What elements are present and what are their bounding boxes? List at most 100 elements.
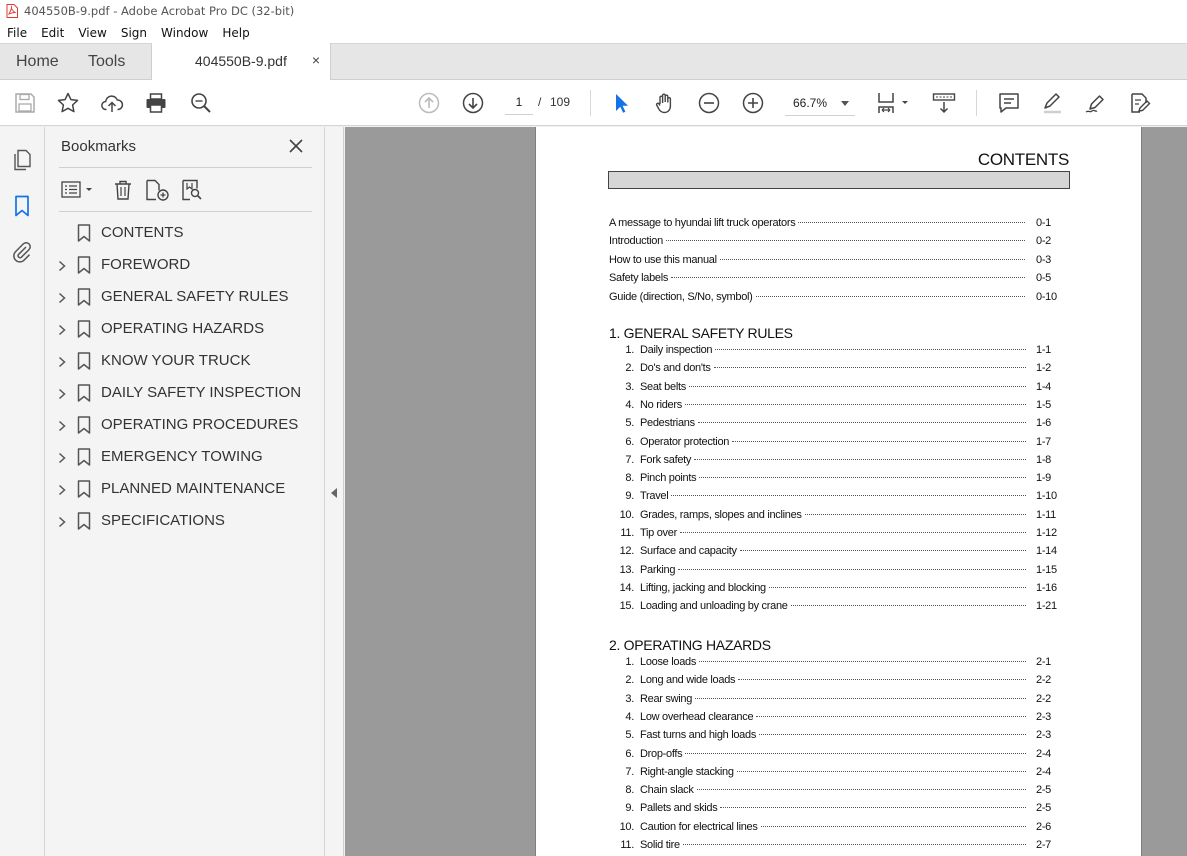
print-icon[interactable] (144, 91, 168, 115)
toc-entry[interactable]: 10. Caution for electrical lines (609, 821, 1029, 835)
highlight-pen-icon[interactable] (1040, 91, 1064, 115)
collapse-panel-button[interactable] (325, 127, 344, 856)
bookmark-icon (77, 384, 91, 402)
comment-icon[interactable] (997, 91, 1021, 115)
toc-entry[interactable]: Introduction (609, 235, 1028, 249)
zoom-select[interactable]: 66.7% (785, 90, 855, 116)
bookmark-icon (77, 448, 91, 466)
tab-home[interactable]: Home (16, 44, 59, 80)
toc-entry[interactable]: 9. Travel (609, 490, 1029, 504)
toc-entry-text: Lifting, jacking and blocking (640, 581, 766, 594)
chevron-right-icon[interactable] (57, 419, 67, 432)
chevron-right-icon[interactable] (57, 387, 67, 400)
star-icon[interactable] (56, 91, 80, 115)
menu-help[interactable]: Help (215, 26, 256, 40)
page-title: CONTENTS (977, 150, 1069, 169)
toc-entry[interactable]: 4. No riders (609, 399, 1029, 413)
next-page-icon[interactable] (461, 91, 485, 115)
close-icon[interactable] (288, 138, 304, 154)
bookmark-item[interactable]: DAILY SAFETY INSPECTION (45, 379, 325, 407)
toc-entry[interactable]: 14. Lifting, jacking and blocking (609, 582, 1029, 596)
bookmark-item[interactable]: FOREWORD (45, 251, 325, 279)
tab-document[interactable]: 404550B-9.pdf × (151, 43, 331, 80)
toc-entry[interactable]: 6. Operator protection (609, 436, 1029, 450)
bookmark-item[interactable]: GENERAL SAFETY RULES (45, 283, 325, 311)
toolbar-divider (976, 90, 977, 116)
toc-entry[interactable]: 8. Chain slack (609, 784, 1029, 798)
zoom-out-icon[interactable] (697, 91, 721, 115)
new-bookmark-icon[interactable] (145, 179, 171, 201)
scroll-mode-icon[interactable] (932, 91, 956, 115)
bookmark-item[interactable]: OPERATING HAZARDS (45, 315, 325, 343)
bookmark-item[interactable]: OPERATING PROCEDURES (45, 411, 325, 439)
previous-page-icon[interactable] (417, 91, 441, 115)
bookmark-panel-icon[interactable] (10, 194, 34, 218)
toc-entry[interactable]: 10. Grades, ramps, slopes and inclines (609, 509, 1029, 523)
toc-entry[interactable]: 11. Solid tire (609, 839, 1029, 853)
toc-entry[interactable]: 1. Loose loads (609, 656, 1029, 670)
zoom-in-icon[interactable] (741, 91, 765, 115)
chevron-right-icon[interactable] (57, 451, 67, 464)
toc-entry[interactable]: 7. Fork safety (609, 454, 1029, 468)
toc-entry-number: 9. (625, 802, 634, 815)
cloud-upload-icon[interactable] (100, 91, 124, 115)
bookmark-item[interactable]: KNOW YOUR TRUCK (45, 347, 325, 375)
menu-sign[interactable]: Sign (114, 26, 154, 40)
menu-file[interactable]: File (0, 26, 34, 40)
chevron-right-icon[interactable] (57, 483, 67, 496)
hand-tool-icon[interactable] (653, 91, 677, 115)
chevron-right-icon[interactable] (57, 291, 67, 304)
toc-entry[interactable]: 3. Seat belts (609, 381, 1029, 395)
toc-entry[interactable]: 6. Drop-offs (609, 748, 1029, 762)
chevron-right-icon[interactable] (57, 323, 67, 336)
toc-page-number: 1-6 (1036, 417, 1051, 430)
page-fit-icon[interactable] (875, 91, 911, 115)
menu-window[interactable]: Window (154, 26, 215, 40)
bookmark-item[interactable]: SPECIFICATIONS (45, 507, 325, 535)
menu-edit[interactable]: Edit (34, 26, 71, 40)
page-thumbnails-icon[interactable] (10, 148, 34, 172)
toc-entry[interactable]: 3. Rear swing (609, 693, 1029, 707)
close-icon[interactable]: × (309, 53, 323, 67)
toc-entry[interactable]: How to use this manual (609, 254, 1028, 268)
toc-entry[interactable]: 7. Right-angle stacking (609, 766, 1029, 780)
toc-entry[interactable]: Safety labels (609, 272, 1028, 286)
chevron-right-icon[interactable] (57, 515, 67, 528)
toc-entry[interactable]: 12. Surface and capacity (609, 545, 1029, 559)
chevron-right-icon[interactable] (57, 259, 67, 272)
fill-sign-icon[interactable] (1128, 91, 1152, 115)
dot-leader (685, 752, 1026, 754)
toc-entry[interactable]: 5. Fast turns and high loads (609, 729, 1029, 743)
toc-entry[interactable]: 11. Tip over (609, 527, 1029, 541)
toc-entry[interactable]: 5. Pedestrians (609, 417, 1029, 431)
tab-tools[interactable]: Tools (88, 44, 125, 80)
toc-entry[interactable]: 2. Do's and don'ts (609, 362, 1029, 376)
bookmark-icon (77, 480, 91, 498)
select-cursor-icon[interactable] (609, 91, 633, 115)
toc-entry[interactable]: 9. Pallets and skids (609, 802, 1029, 816)
page-number-input[interactable]: 1 (505, 90, 533, 115)
toc-entry[interactable]: 8. Pinch points (609, 472, 1029, 486)
document-view[interactable]: CONTENTS A message to hyundai lift truck… (345, 127, 1187, 856)
toc-entry[interactable]: Guide (direction, S/No, symbol) (609, 291, 1028, 305)
bookmark-item[interactable]: CONTENTS (45, 219, 325, 247)
toc-entry[interactable]: 4. Low overhead clearance (609, 711, 1029, 725)
toc-entry[interactable]: 2. Long and wide loads (609, 674, 1029, 688)
sign-pen-icon[interactable] (1084, 91, 1108, 115)
zoom-search-icon[interactable] (189, 91, 213, 115)
bookmark-item[interactable]: PLANNED MAINTENANCE (45, 475, 325, 503)
bookmark-options-icon[interactable] (61, 179, 95, 201)
toc-entry[interactable]: 1. Daily inspection (609, 344, 1029, 358)
menu-view[interactable]: View (71, 26, 113, 40)
bookmark-item[interactable]: EMERGENCY TOWING (45, 443, 325, 471)
attachment-icon[interactable] (10, 240, 34, 264)
bookmark-label: OPERATING HAZARDS (101, 320, 265, 337)
delete-bookmark-icon[interactable] (112, 179, 134, 201)
chevron-right-icon[interactable] (57, 355, 67, 368)
save-icon[interactable] (13, 91, 37, 115)
toc-entry[interactable]: A message to hyundai lift truck operator… (609, 217, 1028, 231)
toc-entry[interactable]: 15. Loading and unloading by crane (609, 600, 1029, 614)
find-bookmark-icon[interactable] (181, 179, 205, 201)
toc-entry[interactable]: 13. Parking (609, 564, 1029, 578)
toc-entry-text: A message to hyundai lift truck operator… (609, 217, 796, 229)
